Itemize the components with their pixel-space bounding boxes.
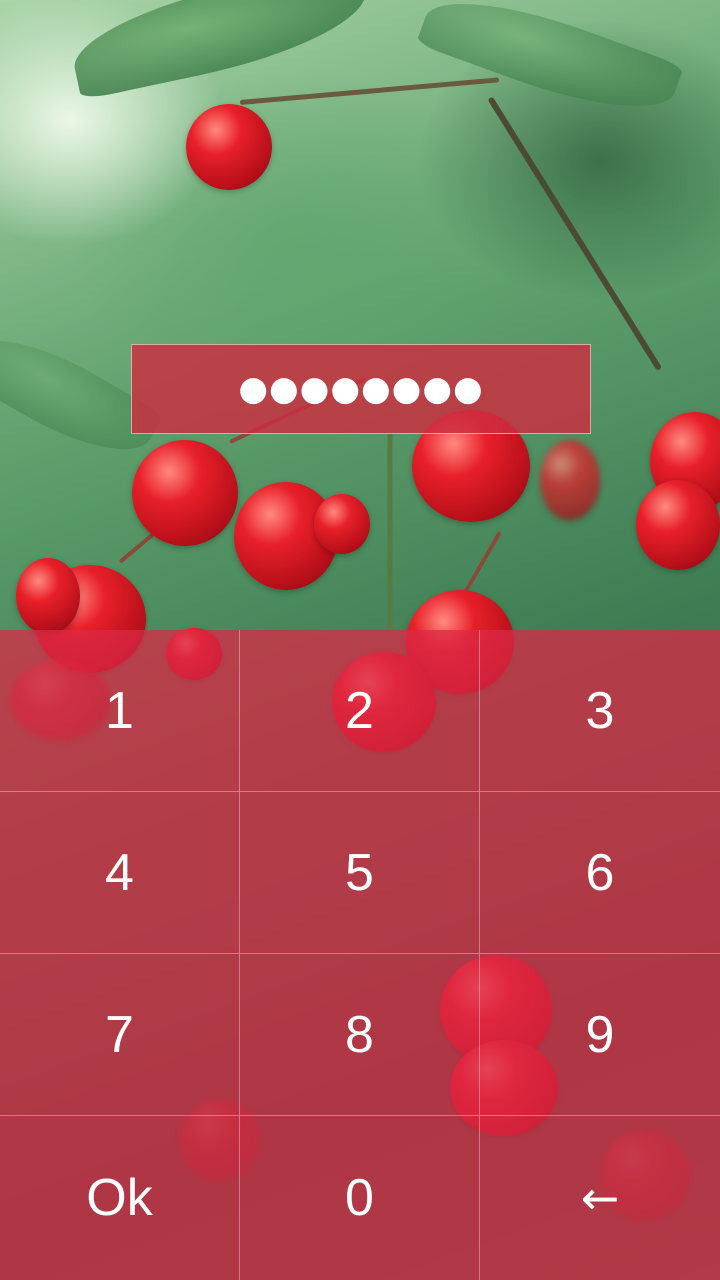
backspace-button[interactable]: ← [480, 1116, 720, 1280]
numeric-keypad: 1 2 3 4 5 6 7 8 9 Ok 0 ← [0, 630, 720, 1280]
key-1[interactable]: 1 [0, 630, 240, 792]
key-5[interactable]: 5 [240, 792, 480, 954]
key-9[interactable]: 9 [480, 954, 720, 1116]
key-8[interactable]: 8 [240, 954, 480, 1116]
backspace-arrow-icon: ← [580, 1171, 620, 1225]
key-0[interactable]: 0 [240, 1116, 480, 1280]
lock-screen: ●●●●●●●● 1 2 3 4 5 6 7 8 9 Ok 0 ← [0, 0, 720, 1280]
ok-button[interactable]: Ok [0, 1116, 240, 1280]
key-4[interactable]: 4 [0, 792, 240, 954]
pin-entry-field: ●●●●●●●● [131, 344, 591, 434]
key-7[interactable]: 7 [0, 954, 240, 1116]
key-3[interactable]: 3 [480, 630, 720, 792]
key-2[interactable]: 2 [240, 630, 480, 792]
pin-masked-dots: ●●●●●●●● [238, 369, 484, 409]
key-6[interactable]: 6 [480, 792, 720, 954]
